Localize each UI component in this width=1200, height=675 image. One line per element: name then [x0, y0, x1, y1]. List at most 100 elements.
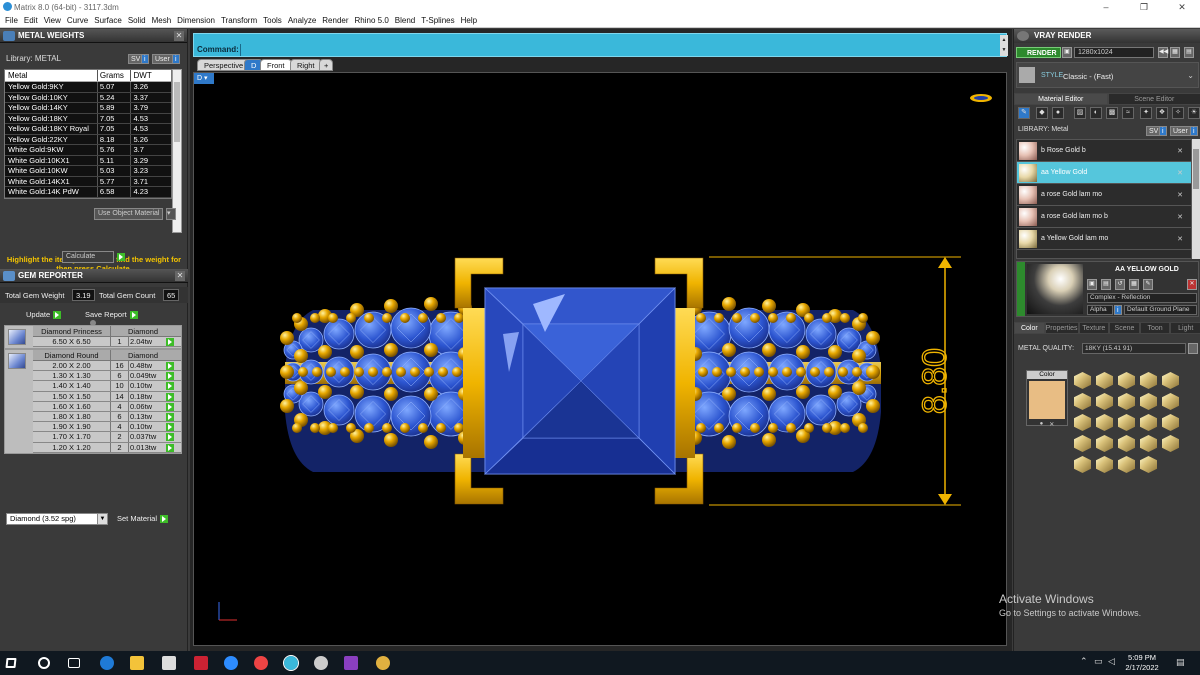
resolution-field[interactable]: 1280x1024	[1074, 47, 1154, 58]
alpha-field[interactable]: Alpha	[1087, 305, 1113, 315]
material-icon-3[interactable]: ↺	[1115, 279, 1125, 290]
menu-tools[interactable]: Tools	[260, 14, 285, 28]
select-gem-icon[interactable]	[166, 382, 174, 391]
material-select[interactable]: Diamond (3.52 spg) ▼	[6, 513, 108, 525]
select-gem-icon[interactable]	[166, 412, 174, 421]
table-row[interactable]: 1.70 X 1.70 2 0.037tw	[33, 432, 181, 443]
menu-view[interactable]: View	[41, 14, 64, 28]
metal-preset-cube[interactable]	[1118, 456, 1135, 473]
chrome-icon[interactable]	[254, 656, 268, 670]
paint-icon[interactable]: ✧	[1172, 107, 1184, 119]
menu-curve[interactable]: Curve	[64, 14, 91, 28]
sv-info-icon[interactable]: i	[1159, 126, 1167, 136]
table-row[interactable]: Yellow Gold:18KY 7.05 4.53	[5, 113, 171, 124]
table-row[interactable]: White Gold:14KX1 5.77 3.71	[5, 176, 171, 187]
task-view-icon[interactable]	[68, 658, 80, 668]
menu-rhino[interactable]: Rhino 5.0	[352, 14, 392, 28]
menu-help[interactable]: Help	[458, 14, 480, 28]
metal-preset-cube[interactable]	[1162, 393, 1179, 410]
metal-preset-cube[interactable]	[1140, 456, 1157, 473]
table-row[interactable]: Yellow Gold:14KY 5.89 3.79	[5, 103, 171, 114]
menu-surface[interactable]: Surface	[91, 14, 125, 28]
metal-preset-cube[interactable]	[1140, 414, 1157, 431]
windows-start-icon[interactable]	[5, 658, 17, 668]
metal-preset-cube[interactable]	[1074, 435, 1091, 452]
sphere-icon[interactable]: ●	[1052, 107, 1064, 119]
table-row[interactable]: 6.50 X 6.50 1 2.04tw	[33, 337, 181, 348]
camera-icon[interactable]: ▣	[1062, 47, 1072, 58]
grid-icon[interactable]: ▤	[1184, 47, 1194, 58]
user-info-icon[interactable]: i	[172, 54, 180, 64]
remove-icon[interactable]: ✕	[1177, 191, 1183, 199]
save-report-button[interactable]: Save Report	[85, 310, 138, 320]
tab-right[interactable]: Right	[290, 59, 322, 71]
tab-light[interactable]: Light	[1170, 322, 1200, 334]
table-row[interactable]: 1.90 X 1.90 4 0.10tw	[33, 422, 181, 433]
metal-preset-cube[interactable]	[1140, 372, 1157, 389]
material-list-item[interactable]: a rose Gold lam mo b ✕	[1017, 206, 1191, 228]
metal-preset-cube[interactable]	[1074, 414, 1091, 431]
remove-icon[interactable]: ✕	[1177, 169, 1183, 177]
table-row[interactable]: 1.20 X 1.20 2 0.013tw	[33, 442, 181, 453]
clear-icon[interactable]: ✕	[1049, 421, 1054, 428]
style-selector[interactable]: STYLE Classic - (Fast) ⌄	[1016, 62, 1199, 88]
menu-edit[interactable]: Edit	[21, 14, 41, 28]
sv-info-icon[interactable]: i	[141, 54, 149, 64]
pattern-icon[interactable]: ▩	[1106, 107, 1118, 119]
material-star-icon[interactable]: ✦	[1140, 107, 1152, 119]
use-object-material-dropdown[interactable]: ▾	[166, 208, 176, 220]
ring-model[interactable]: 8.80	[193, 72, 1007, 646]
table-row[interactable]: White Gold:10KW 5.03 3.23	[5, 166, 171, 177]
user-info-icon[interactable]: i	[1190, 126, 1198, 136]
material-icon-1[interactable]: ▣	[1087, 279, 1097, 290]
tab-scene[interactable]: Scene	[1109, 322, 1140, 334]
menu-solid[interactable]: Solid	[125, 14, 149, 28]
metal-preset-cube[interactable]	[1118, 372, 1135, 389]
table-row[interactable]: 1.40 X 1.40 10 0.10tw	[33, 381, 181, 392]
table-row[interactable]: Yellow Gold:18KY Royal 7.05 4.53	[5, 124, 171, 135]
chevron-up-icon[interactable]: ⌃	[1080, 656, 1088, 667]
app-icon-4[interactable]	[194, 656, 208, 670]
table-row[interactable]: Yellow Gold:10KY 5.24 3.37	[5, 92, 171, 103]
select-gem-icon[interactable]	[166, 372, 174, 381]
table-row[interactable]: 1.60 X 1.60 4 0.06tw	[33, 401, 181, 412]
table-row[interactable]: Yellow Gold:22KY 8.18 5.26	[5, 134, 171, 145]
shade-icon[interactable]: ◐	[1090, 107, 1102, 119]
wave-icon[interactable]: ≈	[1122, 107, 1134, 119]
menu-analyze[interactable]: Analyze	[285, 14, 319, 28]
menu-render[interactable]: Render	[319, 14, 351, 28]
menu-dimension[interactable]: Dimension	[174, 14, 218, 28]
calculate-button[interactable]: Calculate	[62, 251, 114, 263]
update-button[interactable]: Update	[26, 310, 62, 320]
table-row[interactable]: Yellow Gold:9KY 5.07 3.26	[5, 82, 171, 93]
app-icon-7[interactable]	[314, 656, 328, 670]
delete-icon[interactable]: ✕	[1187, 279, 1197, 290]
rewind-icon[interactable]: ◀◀	[1158, 47, 1168, 58]
metal-preset-cube[interactable]	[1096, 456, 1113, 473]
metal-preset-cube[interactable]	[1096, 414, 1113, 431]
metal-preset-cube[interactable]	[1074, 372, 1091, 389]
table-row[interactable]: 1.80 X 1.80 6 0.13tw	[33, 411, 181, 423]
network-icon[interactable]: ▭	[1094, 656, 1103, 667]
material-list-scrollbar[interactable]	[1192, 139, 1200, 259]
metal-quality-dropdown[interactable]: 18KY (15.41 91)	[1082, 343, 1186, 354]
notification-icon[interactable]: ▤	[1176, 657, 1185, 668]
user-button[interactable]: User	[1170, 126, 1191, 136]
tab-properties[interactable]: Properties	[1044, 322, 1079, 334]
material-list-item[interactable]: a rose Gold lam mo ✕	[1017, 184, 1191, 206]
metal-preset-cube[interactable]	[1162, 372, 1179, 389]
metal-preset-cube[interactable]	[1096, 372, 1113, 389]
metal-preset-cube[interactable]	[1096, 435, 1113, 452]
metal-preset-cube[interactable]	[1074, 393, 1091, 410]
tab-material-editor[interactable]: Material Editor	[1014, 93, 1108, 105]
tab-color[interactable]: Color	[1014, 322, 1045, 334]
file-explorer-icon[interactable]	[130, 656, 144, 670]
select-gem-icon[interactable]	[166, 392, 174, 401]
matrix-taskbar-icon[interactable]	[283, 655, 299, 671]
metal-preset-cube[interactable]	[1140, 393, 1157, 410]
zoom-icon[interactable]	[224, 656, 238, 670]
scroll-thumb[interactable]	[1193, 149, 1199, 189]
image-icon[interactable]: ▦	[1170, 47, 1180, 58]
brush-icon[interactable]: ✎	[1018, 107, 1030, 119]
use-object-material-button[interactable]: Use Object Material	[94, 208, 164, 220]
